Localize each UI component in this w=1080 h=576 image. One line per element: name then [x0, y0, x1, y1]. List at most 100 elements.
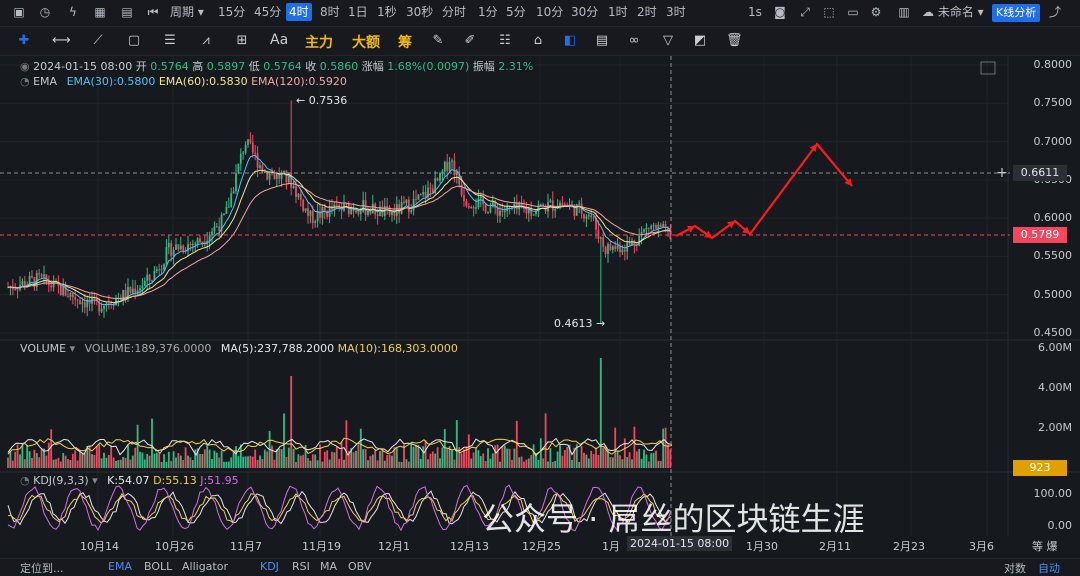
candle-body: [302, 199, 305, 211]
rectangle-icon[interactable]: ▢: [126, 33, 142, 49]
volume-bar: [326, 450, 329, 468]
settings-icon[interactable]: ⚙: [869, 5, 883, 19]
kline-analysis-button[interactable]: K线分析: [992, 4, 1041, 22]
candle-body: [628, 242, 631, 245]
indicator-kdj[interactable]: KDJ: [260, 560, 279, 573]
indicator-obv[interactable]: OBV: [348, 560, 371, 573]
period-1d[interactable]: 1日: [348, 3, 368, 21]
candle-body: [597, 229, 600, 239]
bell-icon[interactable]: ◔: [20, 474, 30, 487]
volume-bar: [227, 461, 230, 468]
measure-icon[interactable]: ⊞: [234, 33, 250, 49]
candle-body: [256, 153, 259, 168]
template-icon[interactable]: ▤: [594, 33, 610, 49]
period-4h[interactable]: 4时: [286, 3, 312, 21]
candle-body: [167, 243, 170, 248]
volume-bar: [131, 455, 134, 468]
candle-body: [124, 290, 127, 299]
volume-bar: [561, 455, 564, 468]
candle-body: [165, 247, 168, 265]
chart-layout-icon[interactable]: ▣: [12, 5, 26, 19]
indicator-rsi[interactable]: RSI: [292, 560, 310, 573]
volume-bar: [19, 454, 21, 468]
auto-toggle[interactable]: 自动: [1038, 560, 1060, 576]
volume-bar: [45, 455, 48, 468]
lock-icon[interactable]: ⌂: [530, 33, 546, 49]
period-3h[interactable]: 3时: [666, 3, 686, 21]
period-30m[interactable]: 30分: [571, 3, 598, 21]
expand-icon[interactable]: ⬚: [822, 5, 836, 19]
candle-body: [415, 198, 417, 200]
volume-bar: [297, 454, 300, 468]
pen-icon[interactable]: ✎: [430, 33, 446, 49]
bell-icon[interactable]: ◔: [20, 75, 30, 88]
time-icon[interactable]: ◷: [38, 5, 52, 19]
grid-icon[interactable]: ▤: [120, 5, 134, 19]
interval-1s[interactable]: 1s: [748, 3, 762, 21]
link-icon[interactable]: ∞: [626, 33, 642, 49]
candle-body: [470, 207, 473, 209]
eye-icon[interactable]: ◉: [20, 60, 30, 73]
magnet-icon[interactable]: ◧: [562, 33, 578, 49]
bolt-icon[interactable]: ϟ: [66, 5, 80, 19]
layout-icon[interactable]: ▥: [897, 5, 911, 19]
period-1s[interactable]: 1秒: [377, 3, 397, 21]
indicator-boll[interactable]: BOLL: [144, 560, 172, 573]
candle-body: [655, 225, 657, 229]
axis-mode[interactable]: 等 爆: [1032, 538, 1058, 554]
camera-icon[interactable]: ◙: [773, 5, 787, 19]
share-icon[interactable]: ⤴: [1048, 5, 1062, 19]
volume-bar: [518, 457, 521, 468]
volume-bar: [405, 459, 408, 468]
volume-bar: [484, 461, 487, 468]
trend-line-icon[interactable]: ⟋: [90, 33, 106, 49]
chips-button[interactable]: 筹: [398, 32, 412, 52]
indicator-alligator[interactable]: Alligator: [182, 560, 228, 573]
period-15m[interactable]: 15分: [218, 3, 245, 21]
candle-body: [386, 206, 389, 208]
period-5m[interactable]: 5分: [506, 3, 526, 21]
fullscreen-icon[interactable]: ⤢: [798, 5, 812, 19]
candles-icon[interactable]: ☷: [497, 33, 513, 49]
period-timeshare[interactable]: 分时: [442, 3, 466, 21]
candle-body: [239, 153, 242, 164]
rewind-icon[interactable]: ⏮: [146, 5, 160, 19]
candle-body: [503, 211, 506, 213]
parallel-lines-icon[interactable]: ☰: [162, 33, 178, 49]
period-dropdown[interactable]: 周期 ▾: [170, 3, 204, 21]
date-tick-label: 12月1: [378, 540, 410, 553]
period-45m[interactable]: 45分: [254, 3, 281, 21]
indicator-ma[interactable]: MA: [320, 560, 337, 573]
period-1h[interactable]: 1时: [608, 3, 628, 21]
indicator-ema[interactable]: EMA: [108, 560, 132, 573]
volume-bar: [254, 449, 257, 468]
filter-icon[interactable]: ▽: [660, 33, 676, 49]
brush-icon[interactable]: ✐: [462, 33, 478, 49]
wave-icon[interactable]: ⩘: [198, 33, 214, 49]
volume-bar: [124, 457, 127, 468]
calendar-icon[interactable]: ▦: [93, 5, 107, 19]
big-amount-button[interactable]: 大额: [352, 32, 380, 52]
cloud-save[interactable]: ☁ 未命名 ▾: [922, 3, 984, 21]
horizontal-line-icon[interactable]: ⟷: [52, 33, 71, 49]
volume-bar: [52, 459, 55, 468]
log-toggle[interactable]: 对数: [1004, 560, 1026, 576]
period-8h[interactable]: 8时: [320, 3, 340, 21]
period-10m[interactable]: 10分: [536, 3, 563, 21]
volume-bar: [71, 453, 74, 468]
text-tool[interactable]: Aa: [270, 32, 288, 48]
candle-body: [69, 292, 72, 297]
trash-icon[interactable]: 🗑: [726, 33, 743, 49]
crosshair-icon[interactable]: ✚: [16, 33, 32, 49]
volume-bar: [407, 461, 410, 468]
candle-body: [50, 285, 53, 288]
main-force-button[interactable]: 主力: [305, 32, 333, 52]
candle-body: [614, 246, 617, 249]
hide-icon[interactable]: ◩: [692, 33, 708, 49]
candle-body: [643, 229, 645, 232]
window-icon[interactable]: ▭: [846, 5, 860, 19]
period-2h[interactable]: 2时: [637, 3, 657, 21]
period-30s[interactable]: 30秒: [406, 3, 433, 21]
locate-button[interactable]: 定位到...: [20, 560, 64, 576]
period-1m[interactable]: 1分: [478, 3, 498, 21]
